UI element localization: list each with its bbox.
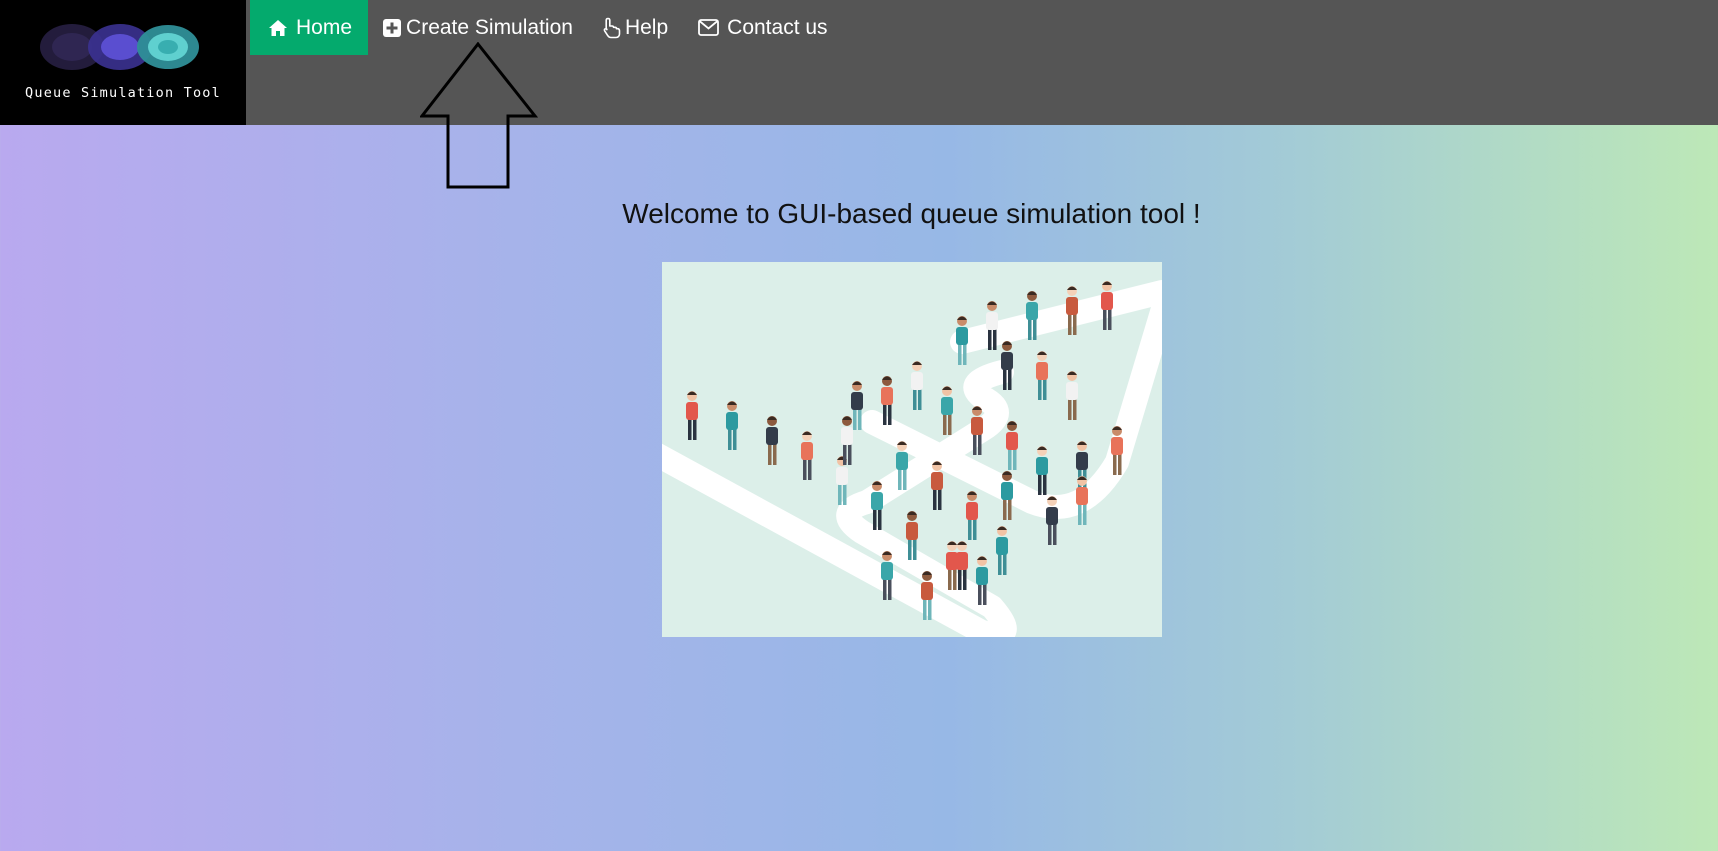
nav-contact-label: Contact us <box>727 15 828 39</box>
hand-pointer-icon <box>603 17 621 39</box>
hero-image <box>662 262 1162 637</box>
up-arrow-annotation <box>420 42 539 189</box>
nav-create-simulation-label: Create Simulation <box>406 15 573 39</box>
home-icon <box>268 19 288 37</box>
nav-help-button[interactable]: Help <box>588 0 683 55</box>
nav-help-label: Help <box>624 15 669 39</box>
main-nav: Home Create Simulation Help Contact us <box>250 0 843 55</box>
welcome-heading: Welcome to GUI-based queue simulation to… <box>622 198 1201 229</box>
nav-contact-button[interactable]: Contact us <box>683 0 842 55</box>
envelope-icon <box>698 19 720 36</box>
logo-text: Queue Simulation Tool <box>25 85 221 101</box>
people-queue-illustration <box>662 262 1162 637</box>
logo[interactable]: Queue Simulation Tool <box>0 0 246 125</box>
nav-home-label: Home <box>296 15 353 39</box>
logo-circles-icon <box>40 24 199 70</box>
nav-home-button[interactable]: Home <box>250 0 369 55</box>
plus-square-icon <box>383 18 402 37</box>
